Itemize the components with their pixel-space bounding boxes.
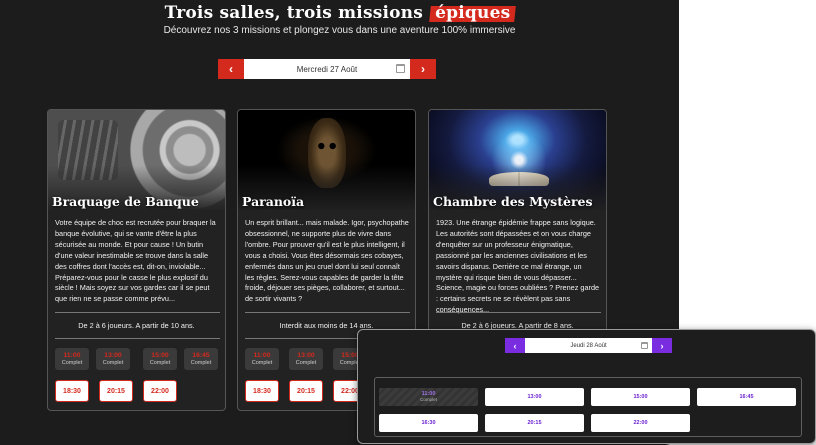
time-slot-full: 13:00 Complet: [96, 348, 130, 370]
room-title: Braquage de Banque: [52, 194, 199, 209]
room-image-safe: Braquage de Banque: [48, 110, 225, 210]
time-slot-button[interactable]: 18:30: [245, 380, 279, 402]
time-slot-full: 11:00 Complet: [55, 348, 89, 370]
room-description: Votre équipe de choc est recrutée pour b…: [55, 218, 216, 304]
time-slot-button[interactable]: 18:30: [55, 380, 89, 402]
prev-day-button[interactable]: ‹: [505, 338, 525, 353]
date-field[interactable]: Mercredi 27 Août: [244, 59, 410, 79]
room-title: Paranoïa: [242, 194, 305, 209]
next-day-button[interactable]: ›: [652, 338, 672, 353]
date-value: Mercredi 27 Août: [296, 64, 358, 74]
date-picker: ‹ Mercredi 27 Août ›: [218, 59, 436, 79]
booking-overlay: ‹ Jeudi 28 Août › 11:00 Complet 13:00 15:…: [357, 329, 816, 444]
room-image-book: Chambre des Mystères: [429, 110, 606, 210]
time-slot-full: 15:00 Complet: [143, 348, 177, 370]
time-slot-button[interactable]: 16:45: [697, 388, 796, 406]
divider: [55, 338, 220, 339]
divider: [245, 312, 410, 313]
time-slot-button[interactable]: 20:15: [289, 380, 323, 402]
page-subtitle: Découvrez nos 3 missions et plongez vous…: [163, 25, 516, 36]
time-slot-full: 16:45 Complet: [184, 348, 218, 370]
time-slot-button[interactable]: 20:15: [99, 380, 133, 402]
calendar-icon: [641, 342, 648, 349]
time-slot-button[interactable]: 20:15: [485, 414, 584, 432]
prev-day-button[interactable]: ‹: [218, 59, 244, 79]
page-title: Trois salles, trois missions épiques: [0, 3, 679, 23]
calendar-icon: [396, 64, 405, 73]
room-title: Chambre des Mystères: [433, 194, 593, 209]
divider: [436, 312, 601, 313]
time-slot-button[interactable]: 16:30: [379, 414, 478, 432]
page-title-main: Trois salles, trois missions: [164, 3, 424, 23]
date-value: Jeudi 28 Août: [570, 342, 607, 349]
time-slot-full: 11:00 Complet: [379, 388, 478, 406]
room-description: 1923. Une étrange épidémie frappe sans l…: [436, 218, 600, 315]
room-info: De 2 à 6 joueurs. A partir de 10 ans.: [78, 321, 195, 330]
room-description: Un esprit brillant... mais malade. Igor,…: [245, 218, 409, 304]
time-slot-button[interactable]: 15:00: [591, 388, 690, 406]
overlay-date-picker: ‹ Jeudi 28 Août ›: [505, 338, 672, 353]
room-image-mask: Paranoïa: [238, 110, 415, 210]
time-slot-button[interactable]: 22:00: [143, 380, 177, 402]
next-day-button[interactable]: ›: [410, 59, 436, 79]
time-slot-full: 13:00 Complet: [289, 348, 323, 370]
time-slot-grid: 11:00 Complet 13:00 15:00 16:45 16:30 20:…: [374, 377, 802, 437]
date-field[interactable]: Jeudi 28 Août: [525, 338, 652, 353]
time-slot-button[interactable]: 13:00: [485, 388, 584, 406]
page-title-accent: épiques: [431, 3, 514, 23]
time-slot-button[interactable]: 22:00: [591, 414, 690, 432]
time-slot-full: 11:00 Complet: [245, 348, 279, 370]
room-card-braquage: Braquage de Banque Votre équipe de choc …: [47, 109, 226, 411]
divider: [55, 312, 220, 313]
